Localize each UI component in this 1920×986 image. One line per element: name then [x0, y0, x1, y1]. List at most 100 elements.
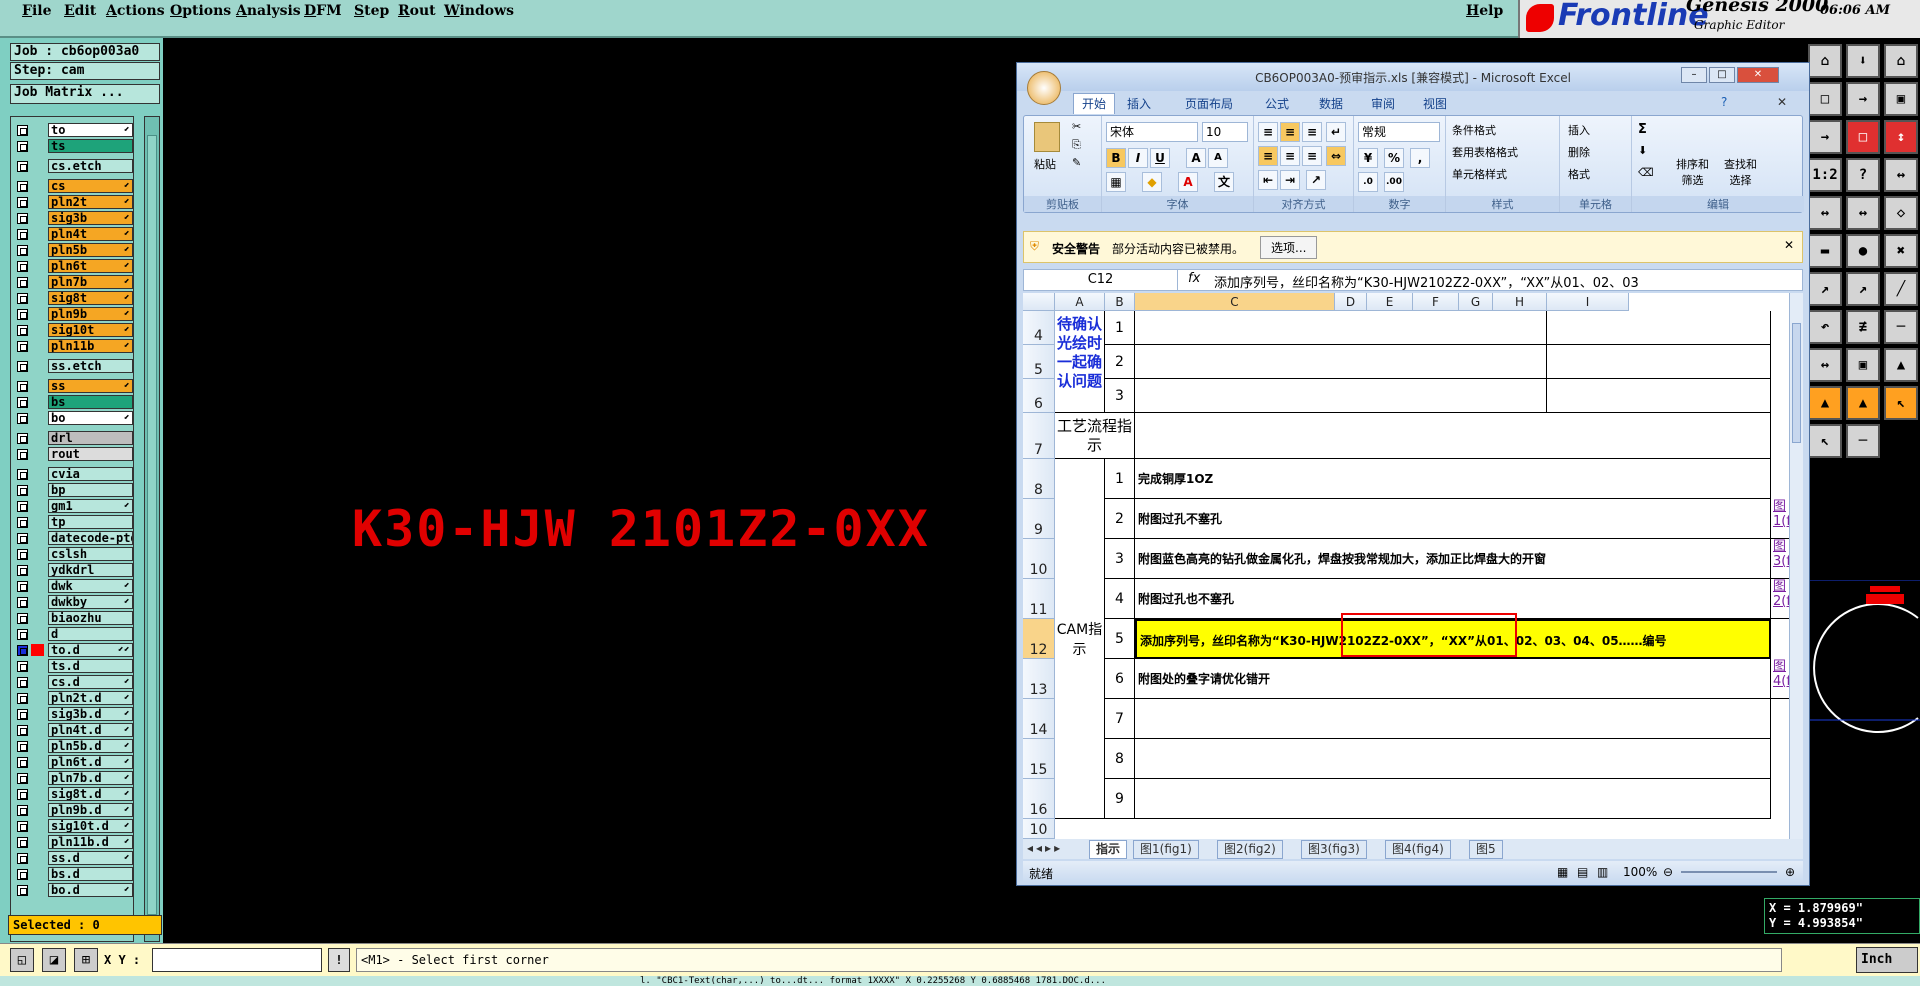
layer-row[interactable]: tp	[11, 515, 133, 529]
layer-checkbox[interactable]	[17, 885, 28, 896]
tab-insert[interactable]: 插入	[1127, 95, 1151, 112]
layer-row[interactable]: pln6t.d ⬋	[11, 755, 133, 769]
tool-button[interactable]: ↖	[1884, 386, 1918, 420]
menu-rout[interactable]: Rout	[398, 3, 436, 19]
tool-button[interactable]: ─	[1846, 424, 1880, 458]
layer-checkbox[interactable]	[17, 693, 28, 704]
format-as-table-button[interactable]: 套用表格格式	[1452, 144, 1518, 160]
instruction-cell[interactable]	[1135, 739, 1771, 779]
column-header-a[interactable]: A	[1055, 293, 1105, 311]
layer-row[interactable]: pln2t.d ⬋	[11, 691, 133, 705]
layer-checkbox[interactable]	[17, 485, 28, 496]
layer-name[interactable]: to.d ⬋⬋	[48, 643, 133, 657]
layer-row[interactable]: ts	[11, 139, 133, 153]
tab-formulas[interactable]: 公式	[1265, 95, 1289, 112]
layer-row[interactable]: to.d ⬋⬋	[11, 643, 133, 657]
layer-name[interactable]: pln6t.d ⬋	[48, 755, 133, 769]
select-all-corner[interactable]	[1023, 293, 1055, 311]
tool-button[interactable]: ↔	[1808, 348, 1842, 382]
menu-step[interactable]: Step	[354, 3, 389, 19]
align-middle-icon[interactable]: ≡	[1280, 122, 1300, 142]
layer-checkbox[interactable]	[17, 821, 28, 832]
maximize-button[interactable]: □	[1709, 67, 1735, 83]
layer-checkbox[interactable]	[17, 293, 28, 304]
layer-name[interactable]: pln5b.d ⬋	[48, 739, 133, 753]
sheet-nav-icons[interactable]: ◂◂▸▸	[1027, 841, 1063, 855]
font-color-icon[interactable]: A	[1178, 172, 1198, 192]
layer-checkbox[interactable]	[17, 181, 28, 192]
orientation-icon[interactable]: ↗	[1306, 170, 1326, 190]
layer-name[interactable]: cvia	[48, 467, 133, 481]
row-header[interactable]: 15	[1023, 739, 1055, 779]
layer-row[interactable]: bs.d	[11, 867, 133, 881]
fill-color-icon[interactable]: ◆	[1142, 172, 1162, 192]
layer-name[interactable]: pln7b ⬋	[48, 275, 133, 289]
format-painter-icon[interactable]: ✎	[1072, 156, 1081, 169]
align-center-icon[interactable]: ≡	[1280, 146, 1300, 166]
layer-checkbox[interactable]	[17, 741, 28, 752]
layer-row[interactable]: sig10t ⬋	[11, 323, 133, 337]
layer-row[interactable]: sig3b ⬋	[11, 211, 133, 225]
layer-checkbox[interactable]	[17, 261, 28, 272]
job-matrix-button[interactable]: Job Matrix ...	[10, 84, 160, 104]
row-header[interactable]: 11	[1023, 579, 1055, 619]
grow-font-button[interactable]: A	[1186, 148, 1206, 168]
vertical-scroll-thumb[interactable]	[1792, 323, 1801, 443]
layer-row[interactable]: pln7b.d ⬋	[11, 771, 133, 785]
layer-checkbox[interactable]	[17, 773, 28, 784]
layer-row[interactable]: cslsh	[11, 547, 133, 561]
layer-checkbox[interactable]	[17, 433, 28, 444]
layer-checkbox[interactable]	[17, 469, 28, 480]
layer-row[interactable]: drl	[11, 431, 133, 445]
table-cell[interactable]	[1135, 311, 1547, 345]
instruction-cell[interactable]: 附图蓝色高亮的钻孔做金属化孔，焊盘按我常规加大，添加正比焊盘大的开窗	[1135, 539, 1771, 579]
page-break-view-icon[interactable]: ▥	[1597, 865, 1608, 879]
tab-home[interactable]: 开始	[1073, 93, 1116, 114]
tool-button[interactable]: ↔	[1808, 196, 1842, 230]
layer-row[interactable]: pln7b ⬋	[11, 275, 133, 289]
layer-row[interactable]: bo.d ⬋	[11, 883, 133, 897]
decrease-indent-icon[interactable]: ⇤	[1258, 170, 1278, 190]
align-top-icon[interactable]: ≡	[1258, 122, 1278, 142]
phonetic-icon[interactable]: 文	[1214, 172, 1234, 192]
table-cell[interactable]	[1547, 311, 1771, 345]
grid-tool-icon[interactable]: ⊞	[74, 948, 98, 972]
layer-row[interactable]: ss.etch	[11, 359, 133, 373]
layer-name[interactable]: d	[48, 627, 133, 641]
layer-row[interactable]: gm1 ⬋	[11, 499, 133, 513]
layer-checkbox[interactable]	[17, 141, 28, 152]
layer-name[interactable]: pln11b ⬋	[48, 339, 133, 353]
layer-checkbox[interactable]	[17, 277, 28, 288]
sheet-tab[interactable]: 图3(fig3)	[1301, 840, 1367, 859]
layer-row[interactable]: datecode-ptd	[11, 531, 133, 545]
page-layout-view-icon[interactable]: ▤	[1577, 865, 1588, 879]
column-header-i[interactable]: I	[1547, 293, 1629, 311]
sheet-tab[interactable]: 图4(fig4)	[1385, 840, 1451, 859]
instruction-cell[interactable]: 附图处的叠字请优化错开	[1135, 659, 1771, 699]
layer-row[interactable]: d	[11, 627, 133, 641]
tab-data[interactable]: 数据	[1319, 95, 1343, 112]
layer-row[interactable]: pln4t ⬋	[11, 227, 133, 241]
menu-dfm[interactable]: DFM	[304, 3, 342, 19]
shrink-font-button[interactable]: A	[1208, 148, 1228, 168]
layer-row[interactable]: pln5b ⬋	[11, 243, 133, 257]
percent-icon[interactable]: %	[1384, 148, 1404, 168]
paste-button[interactable]: 粘贴	[1034, 156, 1056, 172]
layer-name[interactable]: ss ⬋	[48, 379, 133, 393]
sheet-tab[interactable]: 图2(fig2)	[1217, 840, 1283, 859]
layer-row[interactable]: pln11b ⬋	[11, 339, 133, 353]
tool-button[interactable]: ⬇	[1846, 44, 1880, 78]
layer-checkbox[interactable]	[17, 709, 28, 720]
tool-button[interactable]: ↖	[1808, 424, 1842, 458]
layer-checkbox[interactable]	[17, 645, 28, 656]
layer-name[interactable]: sig10t ⬋	[48, 323, 133, 337]
layer-name[interactable]: ss.d ⬋	[48, 851, 133, 865]
row-header[interactable]: 10	[1023, 539, 1055, 579]
table-cell[interactable]	[1547, 379, 1771, 413]
layer-row[interactable]: sig8t ⬋	[11, 291, 133, 305]
fill-icon[interactable]: ⬇	[1638, 144, 1647, 157]
layer-name[interactable]: pln7b.d ⬋	[48, 771, 133, 785]
tool-button[interactable]: ◇	[1884, 196, 1918, 230]
tool-button[interactable]: ●	[1846, 234, 1880, 268]
layer-name[interactable]: sig8t ⬋	[48, 291, 133, 305]
